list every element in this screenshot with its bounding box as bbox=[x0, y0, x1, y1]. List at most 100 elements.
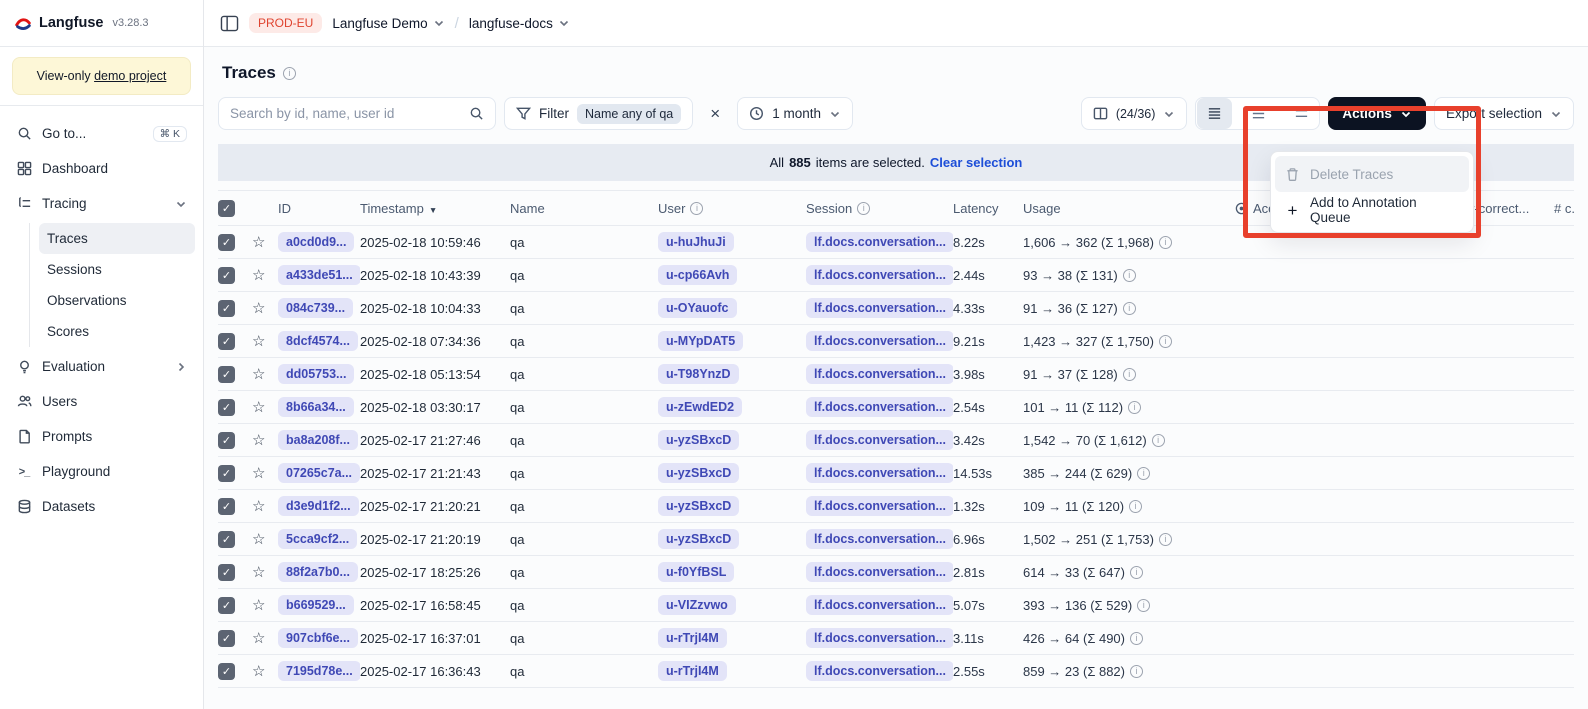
session-badge[interactable]: lf.docs.conversation... bbox=[806, 496, 953, 516]
table-row[interactable]: 07265c7a... 2025-02-17 21:21:43 qa u-yzS… bbox=[218, 457, 1574, 490]
clear-selection-link[interactable]: Clear selection bbox=[930, 155, 1023, 170]
star-icon[interactable] bbox=[252, 530, 265, 548]
project-selector[interactable]: langfuse-docs bbox=[469, 16, 570, 31]
table-row[interactable]: a433de51... 2025-02-18 10:43:39 qa u-cp6… bbox=[218, 259, 1574, 292]
select-all-checkbox[interactable] bbox=[218, 200, 235, 217]
table-row[interactable]: 88f2a7b0... 2025-02-17 18:25:26 qa u-f0Y… bbox=[218, 556, 1574, 589]
trace-id-badge[interactable]: 8dcf4574... bbox=[278, 331, 358, 351]
clear-filter-icon[interactable] bbox=[701, 97, 729, 130]
user-badge[interactable]: u-huJhuJi bbox=[658, 232, 734, 252]
trace-id-badge[interactable]: ba8a208f... bbox=[278, 430, 358, 450]
session-badge[interactable]: lf.docs.conversation... bbox=[806, 265, 953, 285]
session-badge[interactable]: lf.docs.conversation... bbox=[806, 232, 953, 252]
star-icon[interactable] bbox=[252, 563, 265, 581]
sidebar-item-traces[interactable]: Traces bbox=[39, 223, 195, 254]
columns-button[interactable]: (24/36) bbox=[1081, 97, 1188, 130]
row-checkbox[interactable] bbox=[218, 267, 235, 284]
table-row[interactable]: 5cca9cf2... 2025-02-17 21:20:19 qa u-yzS… bbox=[218, 523, 1574, 556]
column-header-usage[interactable]: Usage bbox=[1023, 201, 1235, 216]
column-header-extra[interactable]: # c... bbox=[1554, 201, 1574, 216]
trace-id-badge[interactable]: 7195d78e... bbox=[278, 661, 360, 681]
sidebar-item-prompts[interactable]: Prompts bbox=[8, 419, 195, 454]
sidebar-item-dashboard[interactable]: Dashboard bbox=[8, 151, 195, 186]
star-icon[interactable] bbox=[252, 398, 265, 416]
session-badge[interactable]: lf.docs.conversation... bbox=[806, 331, 953, 351]
table-row[interactable]: 907cbf6e... 2025-02-17 16:37:01 qa u-rTr… bbox=[218, 622, 1574, 655]
session-badge[interactable]: lf.docs.conversation... bbox=[806, 529, 953, 549]
export-selection-button[interactable]: Export selection bbox=[1434, 97, 1574, 130]
row-checkbox[interactable] bbox=[218, 498, 235, 515]
user-badge[interactable]: u-VIZzvwo bbox=[658, 595, 736, 615]
session-badge[interactable]: lf.docs.conversation... bbox=[806, 595, 953, 615]
sidebar-item-goto[interactable]: Go to... ⌘ K bbox=[8, 116, 195, 151]
trace-id-badge[interactable]: 907cbf6e... bbox=[278, 628, 358, 648]
trace-id-badge[interactable]: 5cca9cf2... bbox=[278, 529, 357, 549]
sidebar-item-playground[interactable]: >_ Playground bbox=[8, 454, 195, 489]
user-badge[interactable]: u-f0YfBSL bbox=[658, 562, 734, 582]
star-icon[interactable] bbox=[252, 431, 265, 449]
table-row[interactable]: ba8a208f... 2025-02-17 21:27:46 qa u-yzS… bbox=[218, 424, 1574, 457]
row-height-medium-button[interactable] bbox=[1241, 98, 1276, 129]
session-badge[interactable]: lf.docs.conversation... bbox=[806, 430, 953, 450]
user-badge[interactable]: u-T98YnzD bbox=[658, 364, 739, 384]
sidebar-item-evaluation[interactable]: Evaluation bbox=[8, 349, 195, 384]
filter-chip[interactable]: Name any of qa bbox=[577, 104, 681, 124]
user-badge[interactable]: u-zEwdED2 bbox=[658, 397, 742, 417]
star-icon[interactable] bbox=[252, 299, 265, 317]
column-header-session[interactable]: Session bbox=[806, 201, 953, 216]
user-badge[interactable]: u-cp66Avh bbox=[658, 265, 737, 285]
session-badge[interactable]: lf.docs.conversation... bbox=[806, 661, 953, 681]
star-icon[interactable] bbox=[252, 365, 265, 383]
table-row[interactable]: d3e9d1f2... 2025-02-17 21:20:21 qa u-yzS… bbox=[218, 490, 1574, 523]
sidebar-item-users[interactable]: Users bbox=[8, 384, 195, 419]
row-checkbox[interactable] bbox=[218, 300, 235, 317]
star-icon[interactable] bbox=[252, 497, 265, 515]
trace-id-badge[interactable]: a0cd0d9... bbox=[278, 232, 354, 252]
trace-id-badge[interactable]: 07265c7a... bbox=[278, 463, 360, 483]
demo-project-link[interactable]: demo project bbox=[94, 69, 166, 83]
row-checkbox[interactable] bbox=[218, 333, 235, 350]
sidebar-toggle-icon[interactable] bbox=[220, 15, 239, 32]
session-badge[interactable]: lf.docs.conversation... bbox=[806, 628, 953, 648]
trace-id-badge[interactable]: d3e9d1f2... bbox=[278, 496, 359, 516]
row-checkbox[interactable] bbox=[218, 531, 235, 548]
star-icon[interactable] bbox=[252, 266, 265, 284]
star-icon[interactable] bbox=[252, 629, 265, 647]
user-badge[interactable]: u-yzSBxcD bbox=[658, 430, 739, 450]
user-badge[interactable]: u-OYauofc bbox=[658, 298, 737, 318]
row-checkbox[interactable] bbox=[218, 630, 235, 647]
session-badge[interactable]: lf.docs.conversation... bbox=[806, 463, 953, 483]
column-header-latency[interactable]: Latency bbox=[953, 201, 1023, 216]
menu-item-delete-traces[interactable]: Delete Traces bbox=[1275, 156, 1469, 192]
table-row[interactable]: b669529... 2025-02-17 16:58:45 qa u-VIZz… bbox=[218, 589, 1574, 622]
trace-id-badge[interactable]: b669529... bbox=[278, 595, 354, 615]
user-badge[interactable]: u-rTrjI4M bbox=[658, 628, 727, 648]
column-header-name[interactable]: Name bbox=[510, 201, 658, 216]
trace-id-badge[interactable]: dd05753... bbox=[278, 364, 354, 384]
trace-id-badge[interactable]: 8b66a34... bbox=[278, 397, 354, 417]
row-checkbox[interactable] bbox=[218, 432, 235, 449]
filter-button[interactable]: Filter Name any of qa bbox=[504, 97, 693, 130]
sidebar-item-sessions[interactable]: Sessions bbox=[39, 254, 195, 285]
table-row[interactable]: 8dcf4574... 2025-02-18 07:34:36 qa u-MYp… bbox=[218, 325, 1574, 358]
menu-item-add-to-annotation-queue[interactable]: Add to Annotation Queue bbox=[1275, 192, 1469, 228]
row-checkbox[interactable] bbox=[218, 366, 235, 383]
row-checkbox[interactable] bbox=[218, 465, 235, 482]
session-badge[interactable]: lf.docs.conversation... bbox=[806, 298, 953, 318]
search-input[interactable] bbox=[230, 106, 440, 121]
row-checkbox[interactable] bbox=[218, 564, 235, 581]
column-header-user[interactable]: User bbox=[658, 201, 806, 216]
row-checkbox[interactable] bbox=[218, 234, 235, 251]
session-badge[interactable]: lf.docs.conversation... bbox=[806, 364, 953, 384]
session-badge[interactable]: lf.docs.conversation... bbox=[806, 397, 953, 417]
row-checkbox[interactable] bbox=[218, 597, 235, 614]
time-range-button[interactable]: 1 month bbox=[737, 97, 853, 130]
trace-id-badge[interactable]: a433de51... bbox=[278, 265, 360, 285]
star-icon[interactable] bbox=[252, 464, 265, 482]
star-icon[interactable] bbox=[252, 596, 265, 614]
search-box[interactable] bbox=[218, 97, 496, 130]
table-row[interactable]: 8b66a34... 2025-02-18 03:30:17 qa u-zEwd… bbox=[218, 391, 1574, 424]
sidebar-item-observations[interactable]: Observations bbox=[39, 285, 195, 316]
user-badge[interactable]: u-yzSBxcD bbox=[658, 496, 739, 516]
column-header-timestamp[interactable]: Timestamp bbox=[360, 201, 510, 216]
